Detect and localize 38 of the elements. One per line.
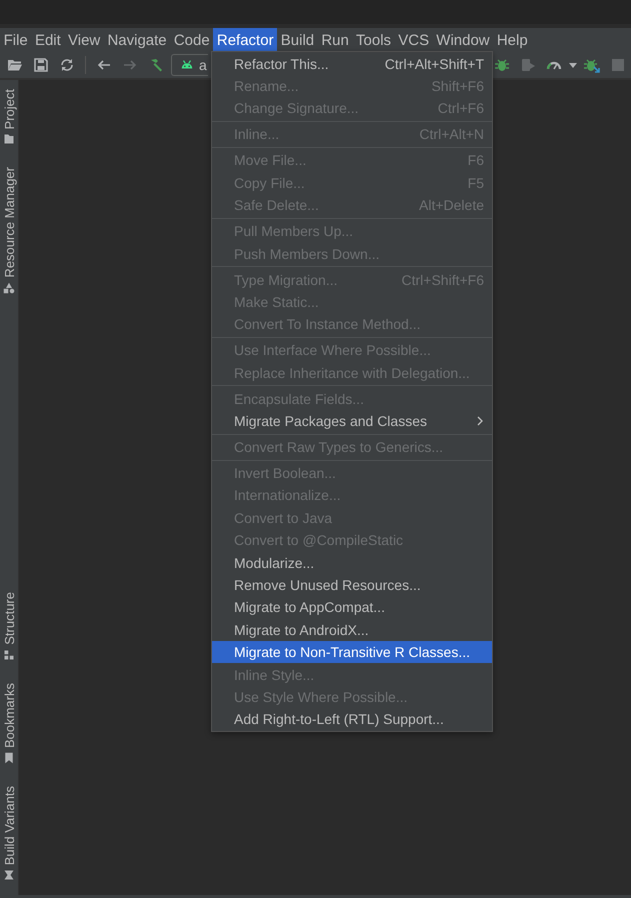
menu-item[interactable]: Modularize... [212, 551, 492, 574]
device-icon [520, 57, 536, 73]
tool-window-tab[interactable]: Build Variants [0, 786, 18, 881]
sync-icon [59, 57, 75, 73]
structure-icon [3, 648, 15, 661]
tool-window-tab[interactable]: Resource Manager [0, 167, 18, 294]
menu-bar-item[interactable]: Tools [352, 28, 395, 52]
menu-bar-item[interactable]: Code [170, 28, 214, 52]
run-configuration-dropdown[interactable]: a [171, 54, 208, 76]
folder-icon [3, 133, 15, 146]
menu-item[interactable]: Refactor This... Ctrl+Alt+Shift+T [212, 52, 492, 75]
bug-arrow-icon [584, 57, 600, 73]
tool-window-tab[interactable]: Bookmarks [0, 682, 18, 764]
menu-item[interactable]: Migrate to AndroidX... [212, 618, 492, 642]
stop-icon [610, 57, 626, 73]
shapes-icon [3, 282, 15, 294]
menu-item[interactable]: Remove Unused Resources... [212, 574, 492, 596]
build-variants-icon [3, 869, 15, 881]
menu-item[interactable]: Add Right-to-Left (RTL) Support... [212, 708, 492, 731]
menu-bar-item[interactable]: Run [318, 28, 352, 52]
menu-bar-item[interactable]: Help [493, 28, 532, 52]
menu-bar-item[interactable]: File [0, 28, 32, 52]
tool-window-tab[interactable]: Project [0, 89, 18, 146]
menu-bar-item[interactable]: Navigate [104, 28, 170, 52]
bug-icon [494, 57, 510, 73]
menu-bar-item[interactable]: Refactor [213, 28, 278, 52]
menu-bar-item[interactable]: Window [432, 28, 494, 52]
menu-item[interactable]: Migrate to Non-Transitive R Classes... [212, 641, 492, 664]
tool-window-tab[interactable]: Structure [0, 592, 18, 661]
menu-bar-item[interactable]: VCS [394, 28, 433, 52]
save-icon [33, 57, 49, 73]
folder-icon [7, 57, 23, 73]
menu-item[interactable]: Migrate Packages and Classes [212, 410, 492, 432]
menu-bar-item[interactable]: Build [277, 28, 318, 52]
menu-bar-item[interactable]: View [64, 28, 104, 52]
bookmark-icon [3, 752, 15, 764]
menu-bar-item[interactable]: Edit [31, 28, 64, 52]
menu-item[interactable]: Migrate to AppCompat... [212, 596, 492, 619]
